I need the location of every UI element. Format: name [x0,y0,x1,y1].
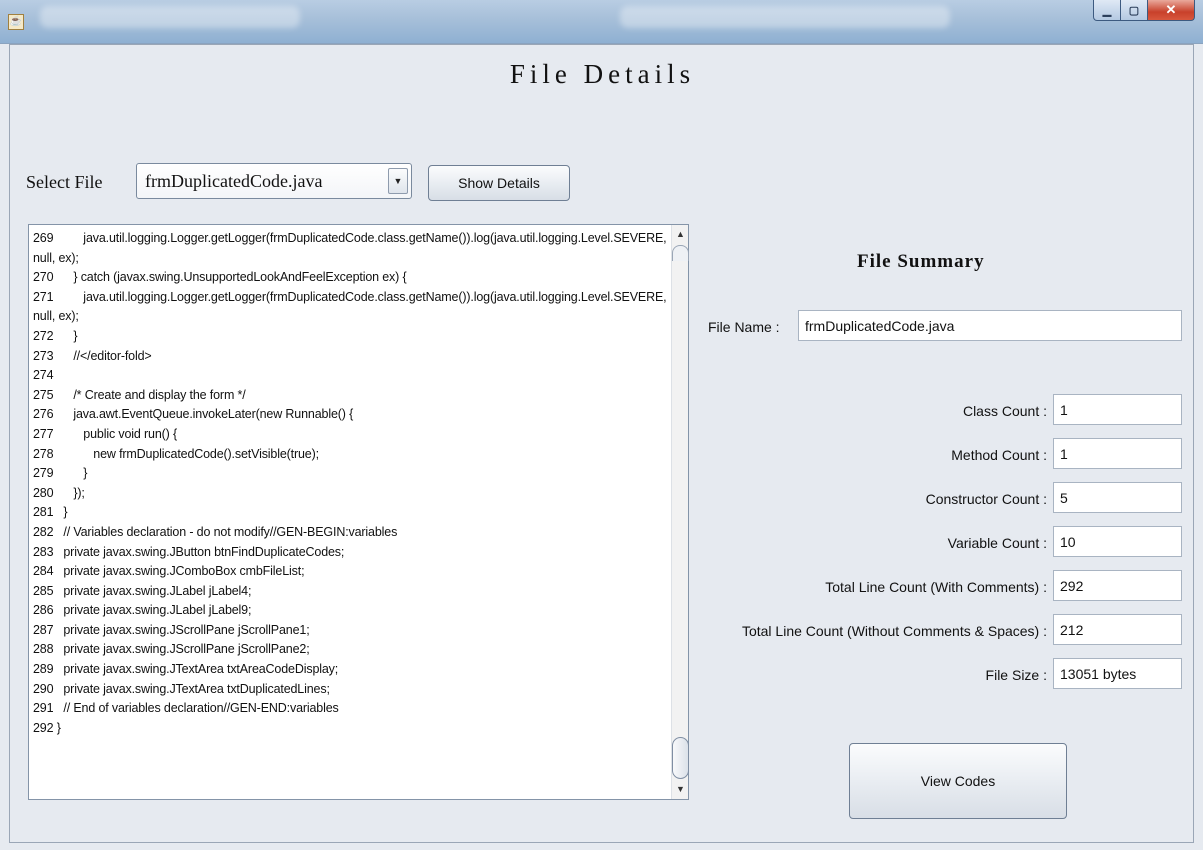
code-line: 281 } [33,505,68,520]
code-line: 278 new frmDuplicatedCode().setVisible(t… [33,446,319,461]
scroll-down-icon[interactable]: ▼ [673,782,688,797]
vertical-scrollbar[interactable]: ▲ ▼ [671,225,689,799]
code-line: 282 // Variables declaration - do not mo… [33,524,398,539]
summary-row-label: Total Line Count (Without Comments & Spa… [741,623,1047,639]
minimize-button[interactable]: ▁ [1093,0,1121,21]
file-summary-title: File Summary [857,251,985,272]
main-panel: File Details Select File frmDuplicatedCo… [9,44,1194,843]
code-line: 276 java.awt.EventQueue.invokeLater(new … [33,407,354,422]
page-title: File Details [509,59,696,89]
scroll-thumb[interactable] [672,737,689,779]
code-line: 271 java.util.logging.Logger.getLogger(f… [33,289,670,324]
code-text: 269 java.util.logging.Logger.getLogger(f… [33,229,668,738]
file-name-label: File Name : [708,319,780,335]
summary-row-value[interactable]: 212 [1053,614,1182,645]
code-line: 285 private javax.swing.JLabel jLabel4; [33,583,252,598]
summary-row-label: Class Count : [962,403,1047,419]
show-details-button[interactable]: Show Details [428,165,570,201]
code-line: 275 /* Create and display the form */ [33,387,246,402]
code-line: 288 private javax.swing.JScrollPane jScr… [33,642,310,657]
scroll-up-icon[interactable]: ▲ [673,227,688,242]
code-line: 286 private javax.swing.JLabel jLabel9; [33,603,252,618]
summary-row-label: Total Line Count (With Comments) : [825,579,1047,595]
code-line: 291 // End of variables declaration//GEN… [33,701,339,716]
code-line: 284 private javax.swing.JComboBox cmbFil… [33,564,305,579]
summary-row-value[interactable]: 1 [1053,438,1182,469]
summary-row-label: Variable Count : [947,535,1047,551]
view-codes-button[interactable]: View Codes [849,743,1067,819]
summary-row-value[interactable]: 1 [1053,394,1182,425]
code-line: 289 private javax.swing.JTextArea txtAre… [33,662,339,677]
summary-row-label: Constructor Count : [925,491,1047,507]
code-line: 269 java.util.logging.Logger.getLogger(f… [33,231,670,265]
close-button[interactable]: ✕ [1148,0,1195,21]
code-line: 274 [33,368,54,383]
summary-row-value[interactable]: 5 [1053,482,1182,513]
window-controls: ▁ ▢ ✕ [1093,0,1195,22]
select-file-label: Select File [26,172,103,192]
window-title-bar: ☕ ▁ ▢ ✕ [0,0,1203,44]
chevron-down-icon[interactable]: ▼ [388,168,408,194]
code-line: 283 private javax.swing.JButton btnFindD… [33,544,345,559]
title-bar-blur [40,6,300,28]
code-line: 272 } [33,328,78,343]
code-line: 290 private javax.swing.JTextArea txtDup… [33,681,330,696]
summary-row-label: Method Count : [951,447,1047,463]
code-line: 273 //</editor-fold> [33,348,152,363]
summary-row-value[interactable]: 13051 bytes [1053,658,1182,689]
file-name-field[interactable]: frmDuplicatedCode.java [798,310,1182,341]
code-line: 280 }); [33,485,85,500]
scroll-track-cap [672,245,689,261]
code-display-area[interactable]: 269 java.util.logging.Logger.getLogger(f… [28,224,689,800]
summary-row-value[interactable]: 10 [1053,526,1182,557]
file-select-value: frmDuplicatedCode.java [145,171,323,191]
code-line: 292 } [33,720,61,735]
summary-row-value[interactable]: 292 [1053,570,1182,601]
title-bar-blur [620,6,950,28]
java-icon: ☕ [8,14,24,30]
file-select-combo[interactable]: frmDuplicatedCode.java ▼ [136,163,412,199]
code-line: 277 public void run() { [33,426,178,441]
code-line: 279 } [33,466,88,481]
summary-row-label: File Size : [985,667,1047,683]
code-line: 287 private javax.swing.JScrollPane jScr… [33,622,310,637]
code-line: 270 } catch (javax.swing.UnsupportedLook… [33,270,407,285]
maximize-button[interactable]: ▢ [1121,0,1148,21]
